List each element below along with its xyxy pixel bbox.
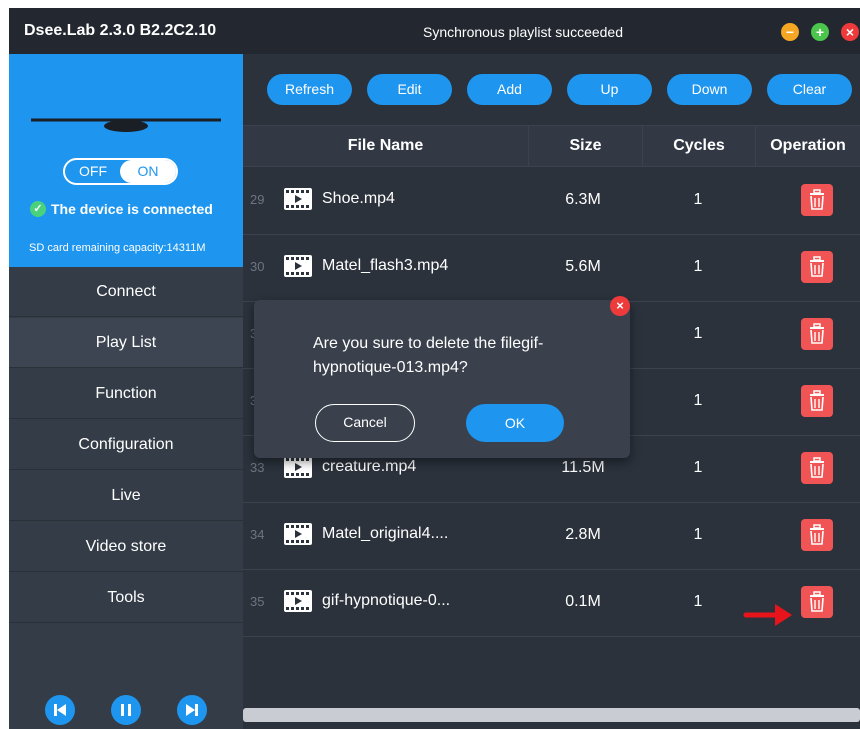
row-index: 34 — [250, 527, 265, 542]
next-icon — [186, 704, 198, 716]
row-index: 35 — [250, 594, 265, 609]
connection-status-text: The device is connected — [51, 201, 213, 217]
delete-button[interactable] — [801, 519, 833, 551]
cycles-value: 1 — [693, 325, 703, 342]
sidebar-item-live[interactable]: Live — [9, 471, 243, 521]
delete-button[interactable] — [801, 251, 833, 283]
cycles-value: 1 — [693, 392, 703, 409]
column-operation: Operation — [755, 126, 860, 166]
sd-capacity: SD card remaining capacity:14311M — [29, 242, 206, 254]
delete-button[interactable] — [801, 586, 833, 618]
delete-confirm-dialog: Are you sure to delete the filegif-hypno… — [254, 296, 630, 458]
delete-button[interactable] — [801, 385, 833, 417]
cycles-value: 1 — [693, 191, 703, 208]
status-message: Synchronous playlist succeeded — [423, 24, 624, 40]
video-file-icon — [284, 255, 312, 277]
device-panel: OFF ON ✓ The device is connected SD card… — [9, 54, 243, 267]
previous-button[interactable] — [45, 695, 75, 725]
table-row[interactable]: 34 Matel_original4.... 2.8M 1 — [243, 503, 860, 570]
trash-icon — [810, 256, 824, 277]
column-cycles: Cycles — [642, 126, 755, 166]
video-file-icon — [284, 523, 312, 545]
horizontal-scrollbar[interactable] — [243, 708, 860, 722]
sidebar-item-function[interactable]: Function — [9, 369, 243, 419]
delete-button[interactable] — [801, 452, 833, 484]
trash-icon — [810, 189, 824, 210]
file-name: Matel_flash3.mp4 — [322, 257, 449, 274]
sidebar-item-video-store[interactable]: Video store — [9, 522, 243, 572]
pause-button[interactable] — [111, 695, 141, 725]
power-toggle[interactable]: OFF ON — [63, 158, 178, 185]
trash-icon — [810, 591, 824, 612]
cycles-value: 1 — [693, 258, 703, 275]
toggle-on-label: ON — [120, 160, 176, 183]
row-index: 29 — [250, 192, 265, 207]
annotation-arrow-icon — [743, 604, 792, 626]
file-name: gif-hypnotique-0... — [322, 592, 451, 609]
up-button[interactable]: Up — [567, 74, 652, 105]
table-row[interactable]: 29 Shoe.mp4 6.3M 1 — [243, 168, 860, 235]
maximize-icon[interactable]: + — [811, 23, 829, 41]
refresh-button[interactable]: Refresh — [267, 74, 352, 105]
video-file-icon — [284, 188, 312, 210]
app-window: Dsee.Lab 2.3.0 B2.2C2.10 Synchronous pla… — [9, 8, 860, 729]
file-size: 5.6M — [565, 258, 601, 275]
sidebar-item-configuration[interactable]: Configuration — [9, 420, 243, 470]
file-name: Matel_original4.... — [322, 525, 449, 542]
table-row[interactable]: 30 Matel_flash3.mp4 5.6M 1 — [243, 235, 860, 302]
column-size: Size — [528, 126, 642, 166]
sidebar-item-tools[interactable]: Tools — [9, 573, 243, 623]
file-size: 6.3M — [565, 191, 601, 208]
next-button[interactable] — [177, 695, 207, 725]
dialog-message: Are you sure to delete the filegif-hypno… — [313, 335, 544, 376]
file-size: 2.8M — [565, 526, 601, 543]
row-index: 33 — [250, 460, 265, 475]
connection-status: ✓ The device is connected — [30, 201, 213, 217]
clear-button[interactable]: Clear — [767, 74, 852, 105]
ok-button[interactable]: OK — [466, 404, 564, 442]
down-button[interactable]: Down — [667, 74, 752, 105]
cycles-value: 1 — [693, 459, 703, 476]
pause-icon — [121, 704, 131, 716]
dialog-close-icon[interactable]: × — [610, 296, 630, 316]
title-bar: Dsee.Lab 2.3.0 B2.2C2.10 Synchronous pla… — [9, 8, 860, 54]
trash-icon — [810, 390, 824, 411]
minimize-icon[interactable]: − — [781, 23, 799, 41]
file-size: 0.1M — [565, 593, 601, 610]
trash-icon — [810, 323, 824, 344]
toggle-off-label: OFF — [79, 163, 107, 179]
file-name: Shoe.mp4 — [322, 190, 395, 207]
video-file-icon — [284, 590, 312, 612]
column-file-name: File Name — [347, 137, 424, 154]
app-title: Dsee.Lab 2.3.0 B2.2C2.10 — [24, 22, 217, 39]
cancel-button[interactable]: Cancel — [315, 404, 415, 442]
trash-icon — [810, 457, 824, 478]
add-button[interactable]: Add — [467, 74, 552, 105]
sidebar-item-connect[interactable]: Connect — [9, 267, 243, 317]
row-index: 30 — [250, 259, 265, 274]
hologram-fan-icon — [31, 118, 221, 132]
check-circle-icon: ✓ — [30, 201, 46, 217]
edit-button[interactable]: Edit — [367, 74, 452, 105]
file-name: creature.mp4 — [322, 458, 417, 475]
close-window-icon[interactable]: × — [841, 23, 859, 41]
cycles-value: 1 — [693, 593, 703, 610]
delete-button[interactable] — [801, 318, 833, 350]
table-header: File Name Size Cycles Operation — [243, 125, 860, 167]
file-size: 11.5M — [561, 459, 605, 476]
sidebar: OFF ON ✓ The device is connected SD card… — [9, 54, 243, 729]
video-file-icon — [284, 456, 312, 478]
delete-button[interactable] — [801, 184, 833, 216]
sidebar-item-play-list[interactable]: Play List — [9, 318, 243, 368]
previous-icon — [54, 704, 66, 716]
trash-icon — [810, 524, 824, 545]
cycles-value: 1 — [693, 526, 703, 543]
